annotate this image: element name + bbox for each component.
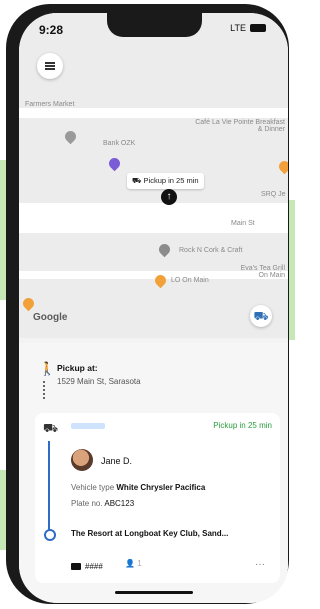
poi-pin[interactable] [62, 128, 79, 145]
map-label-rock: Rock N Cork & Craft [179, 247, 243, 254]
phone-frame: 9:28 LTE Farmers Market Bank OZK Café La… [6, 4, 289, 604]
map-label-farmers-market: Farmers Market [25, 101, 75, 108]
plate-label: Plate no. [71, 499, 103, 508]
destination-marker [44, 529, 56, 541]
pickup-location-marker[interactable]: ↑ [161, 189, 177, 205]
pickup-eta: Pickup in 25 min [213, 421, 272, 430]
pickup-eta-text: Pickup in 25 min [143, 176, 199, 185]
destination-address: The Resort at Longboat Key Club, Sand... [71, 529, 229, 538]
map-road-main-st [19, 203, 288, 233]
status-bar-right: LTE [230, 23, 266, 33]
passenger-count[interactable]: 👤 1 [125, 559, 142, 568]
driver-avatar [71, 449, 93, 471]
pickup-eta-bubble: ⛟ Pickup in 25 min [127, 173, 204, 189]
trip-card[interactable]: ⛟ Pickup in 25 min Jane D. Vehicle type … [35, 413, 280, 583]
google-logo: Google [33, 312, 68, 323]
map-road [19, 108, 288, 118]
vehicle-info: Vehicle type White Chrysler Pacifica [71, 483, 205, 492]
person-icon: 👤 [125, 559, 138, 568]
map-label-bank: Bank OZK [103, 140, 136, 147]
menu-icon [45, 61, 55, 72]
plate-info: Plate no. ABC123 [71, 499, 134, 508]
locate-icon: ⛟ [253, 309, 269, 323]
map-label-main-st: Main St [231, 220, 255, 227]
poi-pin[interactable] [156, 241, 173, 258]
more-options-button[interactable]: ··· [255, 559, 265, 570]
walk-icon: 🚶 [39, 361, 56, 376]
bank-pin[interactable] [106, 155, 123, 172]
trip-actions: #### 👤 1 ··· [71, 559, 271, 575]
map-label-srq: SRQ Je [261, 191, 286, 198]
map-label-cafe: Café La Vie Pointe Breakfast & Dinner [195, 119, 285, 133]
vehicle-value: White Chrysler Pacifica [116, 483, 206, 492]
notch [107, 13, 202, 37]
battery-icon [250, 24, 266, 32]
home-indicator [115, 591, 193, 594]
restaurant-pin[interactable] [276, 158, 288, 175]
route-dots [43, 381, 47, 399]
route-line [48, 441, 50, 531]
signal-text: LTE [230, 23, 246, 33]
plate-value: ABC123 [104, 499, 135, 508]
payment-chip[interactable]: #### [71, 559, 103, 573]
map[interactable]: Farmers Market Bank OZK Café La Vie Poin… [19, 13, 288, 338]
status-time: 9:28 [39, 23, 64, 37]
screen: 9:28 LTE Farmers Market Bank OZK Café La… [19, 13, 288, 603]
car-icon: ⛟ [132, 176, 144, 185]
car-icon: ⛟ [43, 421, 59, 435]
passenger-count-text: 1 [137, 559, 142, 568]
menu-button[interactable] [37, 53, 63, 79]
payment-text: #### [85, 561, 103, 571]
map-label-eva: Eva's Tea Grill On Main [240, 265, 285, 279]
pickup-title: Pickup at: [57, 363, 98, 373]
restaurant-pin[interactable] [20, 295, 37, 312]
pickup-address: 1529 Main St, Sarasota [57, 377, 141, 386]
map-label-lo: LO On Main [171, 277, 209, 284]
card-icon [71, 562, 81, 570]
driver-name: Jane D. [101, 456, 133, 466]
provider-logo [71, 423, 105, 429]
trip-sheet: 🚶 Pickup at: 1529 Main St, Sarasota ⛟ Pi… [19, 343, 288, 603]
locate-button[interactable]: ⛟ [250, 305, 272, 327]
vehicle-label: Vehicle type [71, 483, 115, 492]
